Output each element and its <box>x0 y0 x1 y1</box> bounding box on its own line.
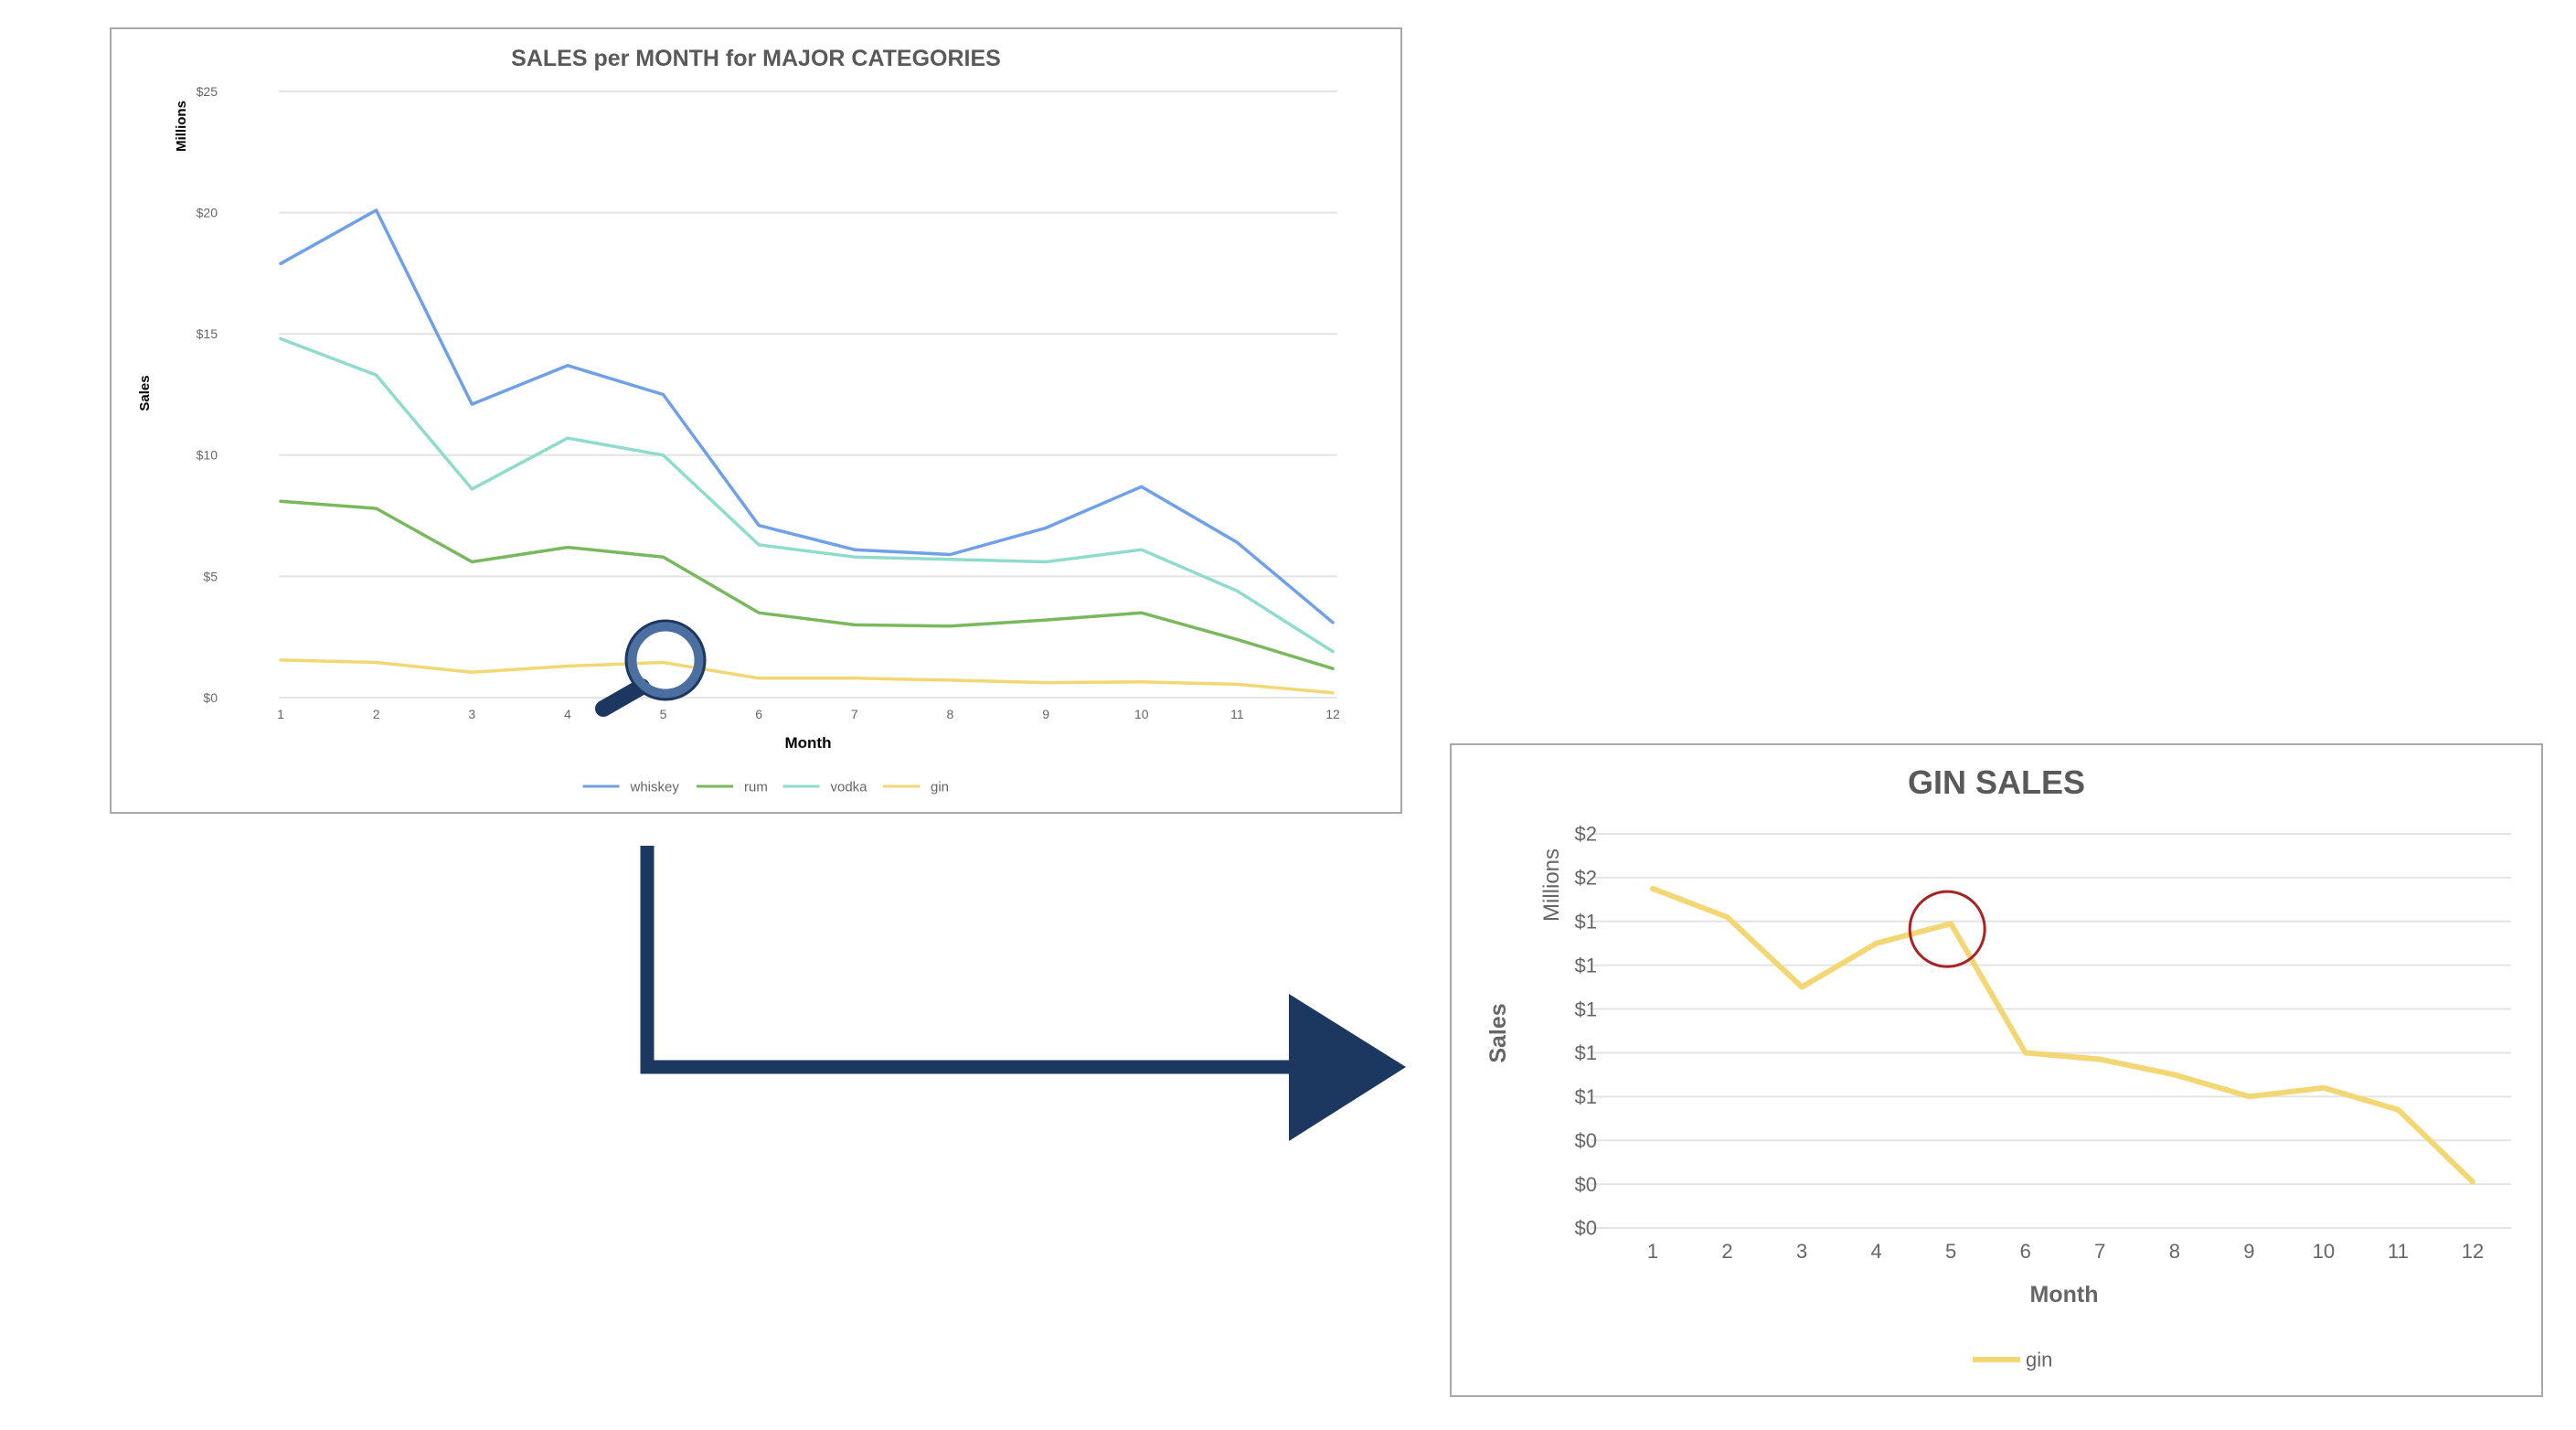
y-tick-label: $0 <box>1575 1129 1597 1152</box>
x-axis-title: Month <box>2030 1282 2099 1307</box>
x-tick-label: 2 <box>1721 1240 1732 1263</box>
y-tick-label: $2 <box>1575 823 1597 846</box>
x-tick-label: 5 <box>1945 1240 1956 1263</box>
x-tick-label: 1 <box>277 707 284 721</box>
major-categories-chart: SALES per MONTH for MAJOR CATEGORIES Mil… <box>110 27 1402 814</box>
y-tick-label: $1 <box>1575 1085 1597 1108</box>
y-tick-label: $0 <box>1575 1217 1597 1240</box>
legend-label: gin <box>2026 1349 2052 1371</box>
y-tick-label: $10 <box>197 448 218 463</box>
figure-canvas: SALES per MONTH for MAJOR CATEGORIES Mil… <box>110 27 2543 1397</box>
x-tick-label: 6 <box>2020 1240 2031 1263</box>
legend-label: rum <box>744 779 768 795</box>
right-angle-arrow-icon <box>640 846 1406 1141</box>
x-tick-label: 2 <box>373 707 380 721</box>
y-axis-title: Sales <box>1485 1003 1511 1062</box>
y-axis-title: Sales <box>137 375 153 411</box>
y-tick-label: $15 <box>197 326 218 341</box>
y-tick-label: $25 <box>197 84 218 99</box>
y-tick-label: $2 <box>1575 867 1597 890</box>
x-tick-label: 4 <box>1871 1240 1882 1263</box>
gin-sales-chart: GIN SALES Millions Sales Month $0 $0 $0 $1 $… <box>1450 743 2543 1397</box>
x-tick-label: 3 <box>1796 1240 1807 1263</box>
x-tick-label: 10 <box>2313 1240 2335 1263</box>
y-tick-label: $0 <box>1575 1173 1597 1196</box>
arrow-shaft <box>640 846 1296 1074</box>
legend-label: gin <box>931 779 949 795</box>
x-tick-label: 7 <box>851 707 858 721</box>
x-tick-label: 12 <box>2462 1240 2484 1263</box>
y-tick-label: $5 <box>203 569 218 583</box>
x-tick-label: 11 <box>2388 1240 2409 1263</box>
x-axis-title: Month <box>785 734 832 752</box>
y-tick-label: $1 <box>1575 954 1597 976</box>
x-tick-label: 3 <box>468 707 475 721</box>
legend-label: whiskey <box>630 779 680 795</box>
gin-sales-chart-frame <box>1450 743 2543 1397</box>
y-tick-label: $1 <box>1575 1041 1597 1064</box>
major-categories-chart-frame <box>110 27 1402 814</box>
legend-label: vodka <box>831 779 868 795</box>
x-tick-label: 9 <box>1042 707 1049 721</box>
y-unit-label: Millions <box>1539 848 1564 922</box>
y-tick-label: $20 <box>197 206 218 220</box>
y-tick-label: $1 <box>1575 998 1597 1020</box>
x-tick-label: 8 <box>947 707 954 721</box>
arrow-head <box>1289 994 1406 1141</box>
x-tick-label: 5 <box>660 707 667 721</box>
x-tick-label: 8 <box>2169 1240 2180 1263</box>
y-tick-label: $0 <box>203 690 218 705</box>
y-unit-label: Millions <box>174 101 189 152</box>
chart-title: GIN SALES <box>1908 763 2085 801</box>
x-tick-label: 4 <box>564 707 571 721</box>
y-tick-label: $1 <box>1575 910 1597 933</box>
x-tick-label: 11 <box>1230 707 1244 721</box>
x-tick-label: 6 <box>755 707 762 721</box>
chart-title: SALES per MONTH for MAJOR CATEGORIES <box>511 46 1001 71</box>
x-tick-label: 9 <box>2243 1240 2254 1263</box>
x-tick-label: 12 <box>1325 707 1340 721</box>
x-tick-label: 7 <box>2094 1240 2105 1263</box>
x-tick-label: 10 <box>1134 707 1149 721</box>
x-tick-label: 1 <box>1647 1240 1658 1263</box>
